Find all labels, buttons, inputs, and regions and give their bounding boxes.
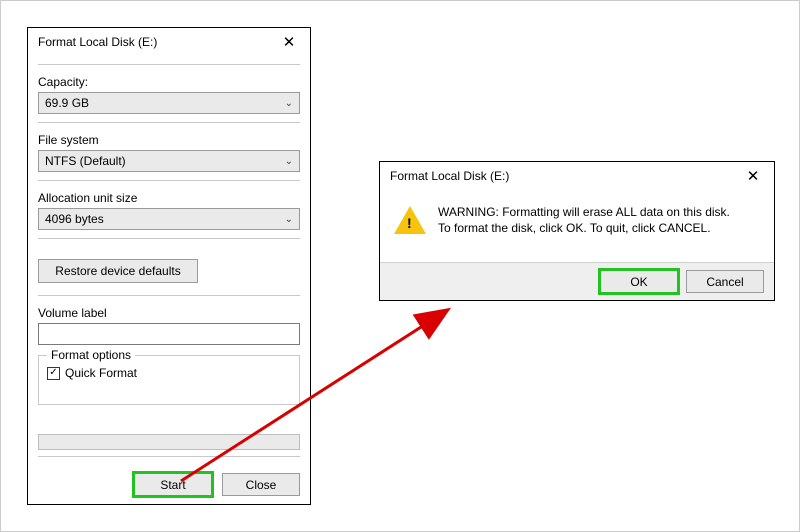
chevron-down-icon: ⌄ bbox=[285, 214, 293, 225]
capacity-label: Capacity: bbox=[38, 75, 300, 89]
format-dialog-title: Format Local Disk (E:) bbox=[38, 35, 274, 49]
allocation-value: 4096 bytes bbox=[45, 212, 104, 226]
ok-button[interactable]: OK bbox=[600, 270, 678, 293]
close-button-label: Close bbox=[246, 478, 277, 492]
start-button[interactable]: Start bbox=[134, 473, 212, 496]
volume-label-label: Volume label bbox=[38, 306, 300, 320]
confirm-dialog-body: WARNING: Formatting will erase ALL data … bbox=[380, 190, 774, 262]
divider bbox=[38, 122, 300, 123]
confirm-dialog-titlebar: Format Local Disk (E:) ✕ bbox=[380, 162, 774, 190]
chevron-down-icon: ⌄ bbox=[285, 98, 293, 109]
restore-defaults-button[interactable]: Restore device defaults bbox=[38, 259, 198, 283]
divider bbox=[38, 64, 300, 65]
format-options-legend: Format options bbox=[47, 348, 135, 362]
confirm-dialog: Format Local Disk (E:) ✕ WARNING: Format… bbox=[379, 161, 775, 301]
confirm-dialog-footer: OK Cancel bbox=[380, 262, 774, 300]
confirm-line1: WARNING: Formatting will erase ALL data … bbox=[438, 204, 730, 220]
divider bbox=[38, 456, 300, 457]
volume-label-input[interactable] bbox=[38, 323, 300, 345]
allocation-label: Allocation unit size bbox=[38, 191, 300, 205]
confirm-line2: To format the disk, click OK. To quit, c… bbox=[438, 220, 730, 236]
divider bbox=[38, 180, 300, 181]
capacity-value: 69.9 GB bbox=[45, 96, 89, 110]
divider bbox=[38, 295, 300, 296]
warning-icon bbox=[394, 206, 426, 234]
start-button-label: Start bbox=[160, 478, 185, 492]
confirm-text: WARNING: Formatting will erase ALL data … bbox=[438, 204, 730, 254]
chevron-down-icon: ⌄ bbox=[285, 156, 293, 167]
filesystem-select[interactable]: NTFS (Default) ⌄ bbox=[38, 150, 300, 172]
cancel-button[interactable]: Cancel bbox=[686, 270, 764, 293]
divider bbox=[38, 238, 300, 239]
format-dialog-buttons: Start Close bbox=[38, 463, 300, 496]
close-icon[interactable]: ✕ bbox=[738, 165, 768, 187]
confirm-dialog-title: Format Local Disk (E:) bbox=[390, 169, 738, 183]
quick-format-label: Quick Format bbox=[65, 366, 137, 380]
format-dialog-titlebar: Format Local Disk (E:) ✕ bbox=[28, 28, 310, 56]
format-dialog-body: Capacity: 69.9 GB ⌄ File system NTFS (De… bbox=[28, 56, 310, 504]
capacity-select[interactable]: 69.9 GB ⌄ bbox=[38, 92, 300, 114]
quick-format-checkbox[interactable]: ✓ bbox=[47, 367, 60, 380]
cancel-button-label: Cancel bbox=[706, 275, 743, 289]
filesystem-value: NTFS (Default) bbox=[45, 154, 126, 168]
filesystem-label: File system bbox=[38, 133, 300, 147]
format-dialog: Format Local Disk (E:) ✕ Capacity: 69.9 … bbox=[27, 27, 311, 505]
format-options-group: Format options ✓ Quick Format bbox=[38, 355, 300, 405]
close-button[interactable]: Close bbox=[222, 473, 300, 496]
quick-format-row: ✓ Quick Format bbox=[47, 366, 291, 380]
restore-defaults-label: Restore device defaults bbox=[55, 264, 180, 278]
close-icon[interactable]: ✕ bbox=[274, 31, 304, 53]
ok-button-label: OK bbox=[630, 275, 647, 289]
allocation-select[interactable]: 4096 bytes ⌄ bbox=[38, 208, 300, 230]
format-progress-bar bbox=[38, 434, 300, 450]
